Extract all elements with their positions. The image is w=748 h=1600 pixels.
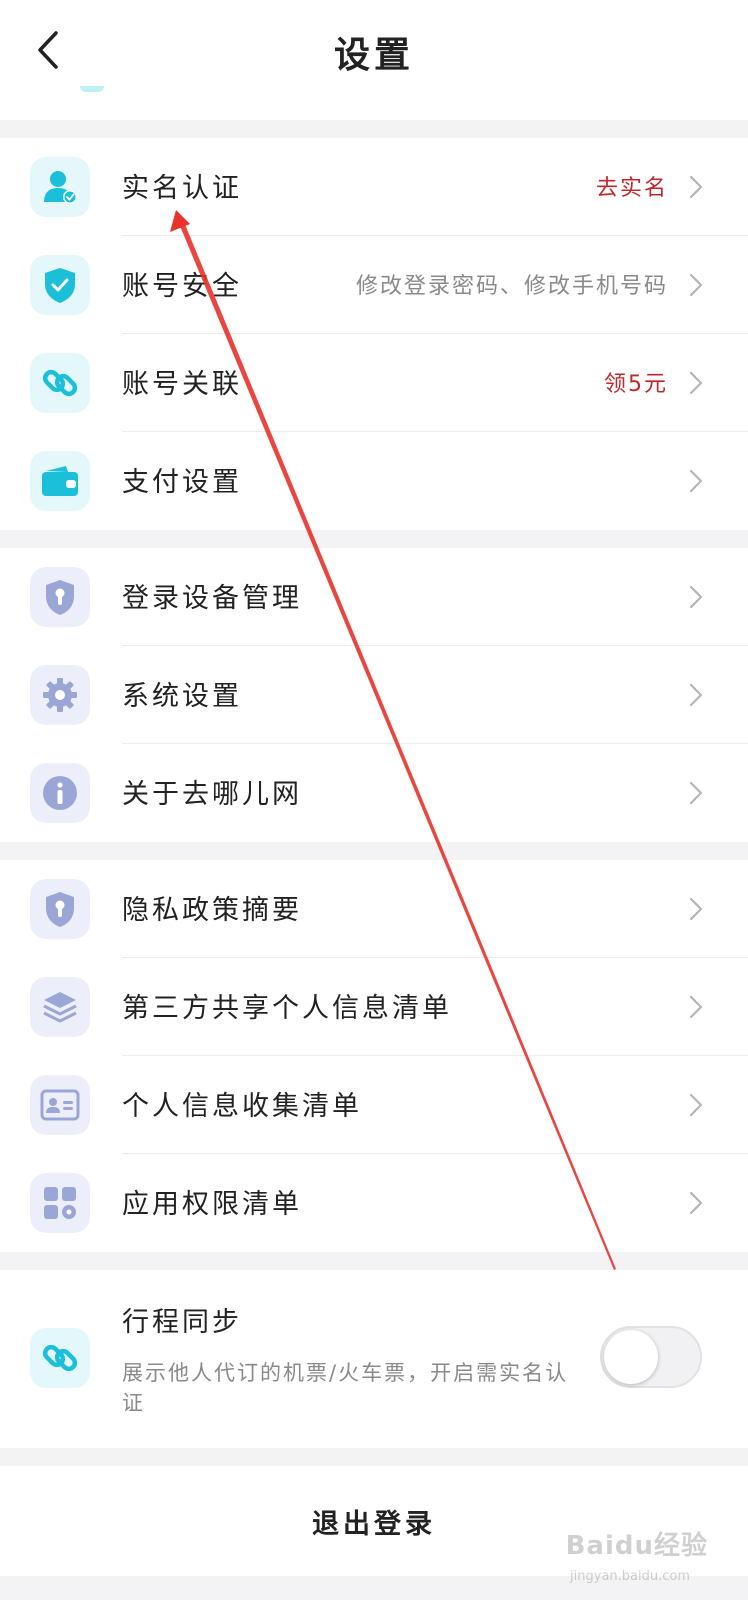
id-card-icon: [30, 1075, 90, 1135]
link-icon: [30, 1328, 90, 1388]
row-label: 实名认证: [122, 173, 242, 204]
row-account-security[interactable]: 账号安全 修改登录密码、修改手机号码: [0, 236, 748, 334]
watermark-url: jingyan.baidu.com: [570, 1569, 690, 1584]
device-shield-icon: [30, 567, 90, 627]
system-settings-group: 登录设备管理 系统设置 关于去哪儿网: [0, 548, 748, 842]
apps-grid-icon: [30, 1173, 90, 1233]
watermark-logo: Baidu经验: [565, 1531, 708, 1561]
page-title: 设置: [333, 35, 414, 76]
row-value-security-hint: 修改登录密码、修改手机号码: [355, 274, 668, 299]
row-about[interactable]: 关于去哪儿网: [0, 744, 748, 842]
row-login-device-management[interactable]: 登录设备管理: [0, 548, 748, 646]
row-account-link[interactable]: 账号关联 领5元: [0, 334, 748, 432]
row-system-settings[interactable]: 系统设置: [0, 646, 748, 744]
row-third-party-sharing-list[interactable]: 第三方共享个人信息清单: [0, 958, 748, 1056]
row-app-permissions-list[interactable]: 应用权限清单: [0, 1154, 748, 1252]
chevron-right-icon: [689, 175, 703, 199]
chevron-right-icon: [689, 469, 703, 493]
row-value-go-verify: 去实名: [595, 176, 668, 201]
wallet-icon: [30, 451, 90, 511]
trip-sync-title: 行程同步: [122, 1307, 242, 1338]
gear-icon: [30, 665, 90, 725]
privacy-shield-icon: [30, 879, 90, 939]
row-privacy-summary[interactable]: 隐私政策摘要: [0, 860, 748, 958]
layers-icon: [30, 977, 90, 1037]
chevron-right-icon: [689, 371, 703, 395]
toggle-knob: [604, 1330, 658, 1384]
row-label: 隐私政策摘要: [122, 895, 302, 926]
trip-sync-toggle[interactable]: [600, 1326, 702, 1388]
shield-check-icon: [30, 255, 90, 315]
row-label: 第三方共享个人信息清单: [122, 993, 452, 1024]
link-icon: [30, 353, 90, 413]
row-label: 关于去哪儿网: [122, 779, 302, 810]
header-bar: 设置: [0, 0, 748, 120]
scroll-hint-decoration: [80, 86, 104, 92]
row-label: 登录设备管理: [122, 583, 302, 614]
chevron-right-icon: [689, 273, 703, 297]
account-settings-group: 实名认证 去实名 账号安全 修改登录密码、修改手机号码 账号关联 领5元 支付设…: [0, 138, 748, 530]
user-verified-icon: [30, 157, 90, 217]
trip-sync-description: 展示他人代订的机票/火车票，开启需实名认证: [122, 1361, 569, 1415]
info-icon: [30, 763, 90, 823]
row-payment-settings[interactable]: 支付设置: [0, 432, 748, 530]
chevron-right-icon: [689, 585, 703, 609]
row-label: 系统设置: [122, 681, 242, 712]
chevron-right-icon: [689, 995, 703, 1019]
chevron-right-icon: [689, 897, 703, 921]
row-value-reward: 领5元: [604, 372, 668, 397]
chevron-right-icon: [689, 781, 703, 805]
row-personal-info-collection-list[interactable]: 个人信息收集清单: [0, 1056, 748, 1154]
row-label: 支付设置: [122, 467, 242, 498]
row-label: 账号安全: [122, 271, 242, 302]
row-real-name-verification[interactable]: 实名认证 去实名: [0, 138, 748, 236]
chevron-right-icon: [689, 1093, 703, 1117]
chevron-right-icon: [689, 1191, 703, 1215]
row-label: 账号关联: [122, 369, 242, 400]
row-label: 个人信息收集清单: [122, 1091, 362, 1122]
row-label: 应用权限清单: [122, 1189, 302, 1220]
chevron-right-icon: [689, 683, 703, 707]
privacy-group: 隐私政策摘要 第三方共享个人信息清单 个人信息收集清单 应用权限清单: [0, 860, 748, 1252]
trip-sync-group: 行程同步 展示他人代订的机票/火车票，开启需实名认证: [0, 1270, 748, 1448]
